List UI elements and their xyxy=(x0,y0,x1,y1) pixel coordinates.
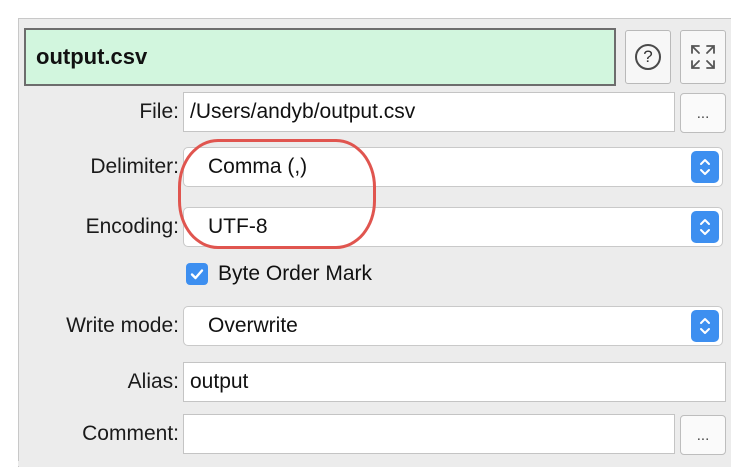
delimiter-stepper[interactable] xyxy=(691,151,719,183)
help-button[interactable]: ? xyxy=(625,30,671,84)
encoding-select[interactable]: UTF-8 xyxy=(183,207,723,247)
write-mode-label: Write mode: xyxy=(66,314,179,337)
encoding-value: UTF-8 xyxy=(208,215,268,238)
encoding-stepper[interactable] xyxy=(691,211,719,243)
alias-label: Alias: xyxy=(127,370,179,393)
alias-field[interactable]: output xyxy=(183,362,726,402)
updown-chevron-icon xyxy=(700,318,710,334)
expand-button[interactable] xyxy=(680,30,726,84)
delimiter-select[interactable]: Comma (,) xyxy=(183,147,723,187)
panel-bottom-edge xyxy=(18,461,731,466)
expand-arrows-icon xyxy=(691,45,715,69)
checkmark-icon xyxy=(190,269,204,280)
comment-browse-button[interactable]: ... xyxy=(680,415,726,455)
write-mode-stepper[interactable] xyxy=(691,310,719,342)
write-mode-label-wrap: Write mode: xyxy=(24,306,179,346)
delimiter-label-wrap: Delimiter: xyxy=(24,147,179,187)
comment-label: Comment: xyxy=(82,422,179,445)
comment-field[interactable] xyxy=(183,414,675,454)
outer-background-left xyxy=(0,0,18,466)
delimiter-label: Delimiter: xyxy=(90,155,179,178)
delimiter-value: Comma (,) xyxy=(208,155,308,178)
updown-chevron-icon xyxy=(700,159,710,175)
write-mode-value: Overwrite xyxy=(208,314,298,337)
updown-chevron-icon xyxy=(700,219,710,235)
alias-label-wrap: Alias: xyxy=(24,362,179,402)
byte-order-mark-checkbox[interactable] xyxy=(186,263,208,285)
file-path-field[interactable]: /Users/andyb/output.csv xyxy=(183,92,675,132)
comment-label-wrap: Comment: xyxy=(24,414,179,454)
encoding-label-wrap: Encoding: xyxy=(24,207,179,247)
encoding-label: Encoding: xyxy=(85,215,179,238)
byte-order-mark-label[interactable]: Byte Order Mark xyxy=(218,260,372,288)
write-mode-select[interactable]: Overwrite xyxy=(183,306,723,346)
node-name-field[interactable]: output.csv xyxy=(24,28,616,86)
file-browse-button[interactable]: ... xyxy=(680,93,726,133)
outer-background-top xyxy=(0,0,731,18)
file-label-wrap: File: xyxy=(24,92,179,132)
file-label: File: xyxy=(139,100,179,123)
question-circle-icon: ? xyxy=(635,44,661,70)
